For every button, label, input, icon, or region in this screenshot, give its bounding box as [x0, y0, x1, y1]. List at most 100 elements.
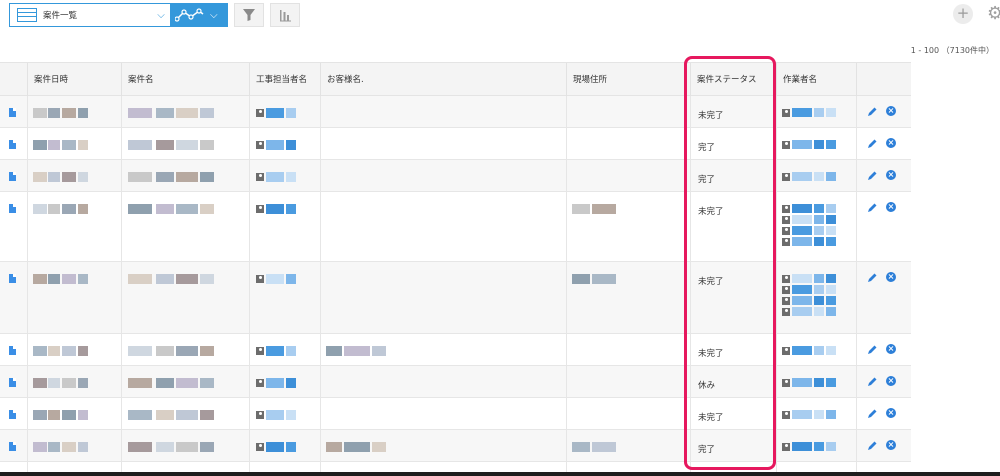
delete-icon[interactable]: × [886, 106, 896, 116]
column-header-case-name[interactable]: 案件名 [121, 63, 249, 96]
redacted-address [592, 204, 616, 214]
redacted-case-name [156, 204, 174, 214]
table-row[interactable]: 未完了 × [0, 334, 911, 366]
table-row[interactable]: 未完了 × [0, 262, 911, 334]
redacted-worker [814, 296, 824, 305]
chart-button[interactable] [270, 3, 300, 27]
redacted-worker [792, 442, 812, 451]
chevron-down-icon: ⌵ [210, 9, 218, 21]
redacted-address [572, 274, 590, 284]
table-row[interactable]: 完了 × [0, 160, 911, 192]
delete-icon[interactable]: × [886, 138, 896, 148]
redacted-case-name [176, 346, 198, 356]
edit-icon[interactable] [866, 106, 878, 118]
record-detail-icon[interactable] [9, 140, 16, 149]
table-row[interactable]: 未完了 × [0, 398, 911, 430]
table-row[interactable]: 未完了 × [0, 192, 911, 262]
redacted-case-name [200, 410, 214, 420]
redacted-worker [792, 140, 812, 149]
delete-icon[interactable]: × [886, 344, 896, 354]
column-header-worker[interactable]: 作業者名 [776, 63, 856, 96]
delete-icon[interactable]: × [886, 202, 896, 212]
cell-divider [320, 96, 321, 127]
cell-divider [320, 128, 321, 159]
column-header-manager[interactable]: 工事担当者名 [249, 63, 320, 96]
column-header-address[interactable]: 現場住所 [566, 63, 690, 96]
user-icon [782, 205, 790, 213]
cell-divider [690, 96, 691, 127]
redacted-worker [792, 378, 812, 387]
user-icon [782, 238, 790, 246]
cell-divider [121, 128, 122, 159]
cell-divider [690, 128, 691, 159]
column-header-date[interactable]: 案件日時 [27, 63, 121, 96]
column-header-status[interactable]: 案件ステータス [690, 63, 776, 96]
cell-divider [566, 334, 567, 365]
status-value: 未完了 [698, 207, 724, 217]
status-value: 未完了 [698, 349, 724, 359]
delete-icon[interactable]: × [886, 376, 896, 386]
redacted-worker [826, 410, 836, 419]
redacted-worker [792, 204, 812, 213]
redacted-address [592, 442, 616, 452]
redacted-worker [826, 226, 836, 235]
record-detail-icon[interactable] [9, 204, 16, 213]
cell-divider [320, 398, 321, 429]
column-header-customer[interactable]: お客様名. [320, 63, 566, 96]
redacted-date [62, 346, 76, 356]
edit-icon[interactable] [866, 440, 878, 452]
user-icon [782, 411, 790, 419]
settings-button[interactable]: ⚙ [987, 3, 1000, 25]
redacted-worker [814, 410, 824, 419]
view-selector[interactable]: 案件一覧 ⌵ [9, 3, 171, 27]
redacted-date [62, 140, 76, 150]
redacted-date [48, 442, 60, 452]
table-row[interactable]: 完了 × [0, 430, 911, 462]
add-record-button[interactable]: + [953, 4, 973, 24]
cell-divider [690, 262, 691, 333]
cell-divider [249, 398, 250, 429]
record-detail-icon[interactable] [9, 108, 16, 117]
edit-icon[interactable] [866, 272, 878, 284]
redacted-worker [814, 346, 824, 355]
graph-button[interactable]: ⌵ [171, 3, 228, 27]
user-icon [256, 379, 264, 387]
record-detail-icon[interactable] [9, 346, 16, 355]
cell-divider [249, 262, 250, 333]
redacted-date [33, 410, 47, 420]
delete-icon[interactable]: × [886, 170, 896, 180]
delete-icon[interactable]: × [886, 272, 896, 282]
redacted-case-name [156, 140, 174, 150]
table-row[interactable]: 未完了 × [0, 96, 911, 128]
cell-divider [249, 334, 250, 365]
cell-divider [776, 398, 777, 429]
edit-icon[interactable] [866, 344, 878, 356]
record-detail-icon[interactable] [9, 172, 16, 181]
redacted-case-name [176, 442, 198, 452]
redacted-date [48, 378, 60, 388]
table-row[interactable]: 休み × [0, 366, 911, 398]
record-detail-icon[interactable] [9, 378, 16, 387]
edit-icon[interactable] [866, 202, 878, 214]
edit-icon[interactable] [866, 138, 878, 150]
redacted-worker [814, 140, 824, 149]
record-detail-icon[interactable] [9, 442, 16, 451]
redacted-case-name [200, 274, 214, 284]
redacted-date [78, 204, 88, 214]
cell-divider [690, 334, 691, 365]
record-detail-icon[interactable] [9, 274, 16, 283]
status-value: 未完了 [698, 277, 724, 287]
user-icon [782, 379, 790, 387]
delete-icon[interactable]: × [886, 408, 896, 418]
redacted-date [78, 274, 88, 284]
edit-icon[interactable] [866, 376, 878, 388]
edit-icon[interactable] [866, 170, 878, 182]
filter-button[interactable] [234, 3, 264, 27]
redacted-worker [792, 296, 812, 305]
record-detail-icon[interactable] [9, 410, 16, 419]
edit-icon[interactable] [866, 408, 878, 420]
redacted-worker [814, 274, 824, 283]
table-row[interactable]: 完了 × [0, 128, 911, 160]
cell-divider [776, 96, 777, 127]
delete-icon[interactable]: × [886, 440, 896, 450]
